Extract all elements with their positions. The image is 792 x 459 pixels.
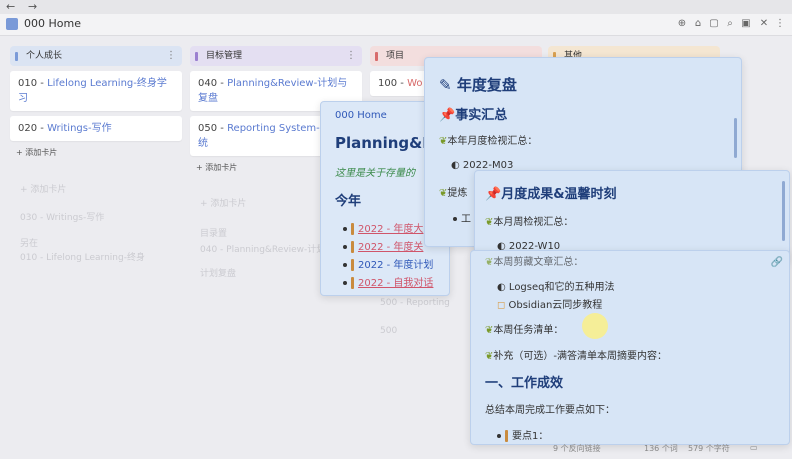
ghost-text: + 添加卡片 (20, 185, 67, 195)
ghost-text: 030 - Writings-写作 (20, 213, 105, 223)
field-label: ❦本月周检视汇总： (485, 217, 574, 228)
page-icon[interactable]: ▢ (708, 18, 720, 30)
add-icon[interactable]: ⊕ (676, 18, 688, 30)
scrollbar[interactable] (734, 118, 737, 158)
close-icon[interactable]: ✕ (758, 18, 770, 30)
back-arrow-icon[interactable]: ← (6, 0, 15, 14)
field-label: ❦本周任务清单： (485, 325, 564, 336)
ghost-text: 500 (380, 326, 398, 336)
lane-header[interactable]: 个人成长 ⋮ (10, 46, 182, 66)
list-item[interactable]: 2022 - 自我对话 (343, 274, 433, 289)
popup-weekly-review[interactable]: ❦本周剪藏文章汇总： 🔗 ◐ Logseq和它的五种用法 ◻ Obsidian云… (470, 250, 790, 445)
list-item: 工 (453, 210, 471, 225)
popup-subtitle: 这里是关于存量的 (335, 168, 415, 179)
lane-header[interactable]: 目标管理 ⋮ (190, 46, 362, 66)
popup-monthly-achievements[interactable]: 📌月度成果&温馨时刻 ❦本月周检视汇总： ◐ 2022-W10 (474, 170, 790, 262)
popup-section-heading: 📌事实汇总 (439, 108, 508, 123)
pencil-icon: ✎ (439, 76, 452, 94)
char-count: 579 个字符 (688, 444, 730, 453)
pin-icon: 📌 (439, 108, 456, 123)
add-card-button[interactable]: + 添加卡片 (10, 141, 182, 164)
layout-icon[interactable]: ▣ (740, 18, 752, 30)
lane-menu-icon[interactable]: ⋮ (166, 46, 176, 66)
card-code: 010 - (18, 78, 48, 89)
paragraph: 总结本周完成工作要点如下： (485, 405, 615, 416)
popup-section-heading: 今年 (335, 194, 362, 209)
note-icon (6, 18, 18, 30)
list-item[interactable]: 2022 - 年度计划 (343, 256, 433, 271)
section-heading: 一、工作成效 (485, 376, 564, 391)
ghost-text: 计划复盘 (200, 269, 237, 279)
ghost-text: 040 - Planning&Review-计划 (200, 245, 326, 255)
backlinks-count[interactable]: 9 个反向链接 (553, 443, 601, 454)
popup-breadcrumb[interactable]: 000 Home (335, 110, 387, 121)
clipped-article-link[interactable]: ◐ Logseq和它的五种用法 (497, 278, 615, 293)
card[interactable]: 010 - Lifelong Learning-终身学习 (10, 71, 182, 111)
clipped-article-link[interactable]: ◻ Obsidian云同步教程 (497, 296, 602, 311)
popup-title: 📌月度成果&温馨时刻 (485, 187, 617, 202)
lane-color-bar (375, 52, 378, 61)
lane-color-bar (15, 52, 18, 61)
more-icon[interactable]: ⋮ (774, 18, 786, 30)
card-link[interactable]: Wo (407, 78, 422, 89)
link-icon[interactable]: 🔗 (771, 257, 783, 268)
field-label: ❦本周剪藏文章汇总： (485, 257, 584, 268)
lane-title: 目标管理 (206, 51, 243, 61)
pin-icon: 📌 (485, 187, 502, 202)
lane-menu-icon[interactable]: ⋮ (346, 46, 356, 66)
ghost-text: 另在 (20, 239, 39, 249)
list-item[interactable]: 2022 - 年度关 (343, 238, 423, 253)
list-item[interactable]: 2022 - 年度大 (343, 220, 423, 235)
lane-title: 个人成长 (26, 51, 63, 61)
card-link[interactable]: Writings-写作 (47, 123, 112, 134)
cursor-highlight (582, 313, 608, 339)
ghost-text: 010 - Lifelong Learning-终身 (20, 253, 145, 263)
lane-color-bar (195, 52, 198, 61)
home-icon[interactable]: ⌂ (692, 18, 704, 30)
field-label: ❦本年月度检视汇总： (439, 136, 538, 147)
tab-bar: 000 Home ⊕ ⌂ ▢ ⌕ ▣ ✕ ⋮ (0, 14, 792, 36)
popup-title: Planning&R (335, 134, 434, 152)
card-code: 100 - (378, 78, 408, 89)
field-label: ❦提炼 (439, 188, 468, 199)
card-code: 050 - (198, 123, 228, 134)
word-count: 136 个词 (644, 444, 678, 453)
sync-icon[interactable]: ▭ (750, 443, 758, 452)
ghost-text: + 添加卡片 (200, 199, 247, 209)
popup-title: ✎ 年度复盘 (439, 76, 517, 94)
card[interactable]: 020 - Writings-写作 (10, 116, 182, 141)
scrollbar[interactable] (782, 181, 785, 241)
window-titlebar: ← → (0, 0, 792, 14)
lane-title: 项目 (386, 51, 405, 61)
tab-title[interactable]: 000 Home (24, 17, 81, 30)
card-code: 040 - (198, 78, 228, 89)
lane-personal-growth: 个人成长 ⋮ 010 - Lifelong Learning-终身学习 020 … (10, 46, 182, 164)
ghost-text: 目录置 (200, 229, 228, 239)
list-item: 要点1： (497, 427, 548, 442)
search-icon[interactable]: ⌕ (724, 18, 736, 30)
forward-arrow-icon[interactable]: → (28, 0, 37, 14)
card-code: 020 - (18, 123, 48, 134)
field-label: ❦补充（可选）-满答清单本周摘要内容： (485, 351, 667, 362)
ghost-text: 500 - Reporting (380, 298, 450, 308)
